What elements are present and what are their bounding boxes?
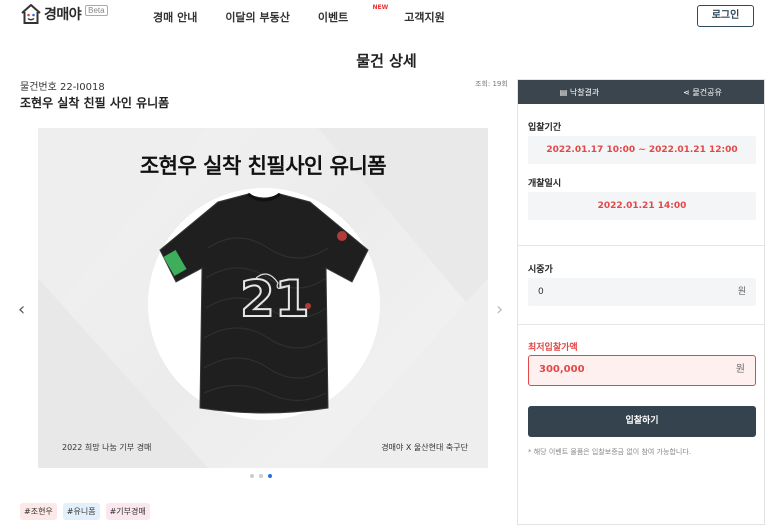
logo[interactable]: 경매야 Beta bbox=[20, 3, 108, 25]
share-icon: ⋖ bbox=[683, 87, 690, 97]
currency-unit: 원 bbox=[735, 364, 745, 375]
tag-item[interactable]: #유니폼 bbox=[62, 503, 100, 520]
new-badge: NEW bbox=[372, 4, 389, 11]
currency-unit: 원 bbox=[737, 287, 746, 297]
brand-name: 경매야 bbox=[44, 7, 82, 23]
open-time-label: 개찰일시 bbox=[528, 179, 562, 189]
bid-sidebar: ▤ 낙찰결과 ⋖ 물건공유 입찰기간 2022.01.17 10:00 ~ 20… bbox=[517, 79, 765, 525]
document-icon: ▤ bbox=[559, 87, 568, 97]
min-bid-input[interactable]: 300,000 원 bbox=[528, 355, 756, 386]
jersey-image: 21 bbox=[159, 192, 369, 414]
market-price-field: 0 원 bbox=[528, 278, 756, 306]
menu-item-support[interactable]: 고객지원 bbox=[404, 9, 444, 25]
menu-item-event[interactable]: 이벤트 NEW bbox=[317, 4, 388, 25]
banner-footer-left: 2022 희망 나눔 기부 경매 bbox=[62, 443, 152, 452]
tag-list: #조현우 #유니폼 #기부경매 bbox=[20, 503, 156, 520]
min-bid-label: 최저입찰가액 bbox=[528, 343, 578, 353]
market-price-label: 시중가 bbox=[528, 265, 553, 275]
menu-item-monthly-realestate[interactable]: 이달의 부동산 bbox=[225, 9, 290, 25]
view-count: 조회: 19회 bbox=[475, 80, 508, 88]
share-item-label: 물건공유 bbox=[692, 87, 722, 97]
min-bid-value: 300,000 bbox=[539, 364, 585, 375]
beta-badge: Beta bbox=[85, 4, 108, 16]
item-image-carousel-slide[interactable]: 조현우 실착 친필사인 유니폼 21 2022 희망 나눔 기부 경매 경매야 … bbox=[38, 128, 488, 468]
menu-item-auction-guide[interactable]: 경매 안내 bbox=[153, 9, 197, 25]
divider bbox=[518, 245, 764, 246]
auction-result-tab[interactable]: ▤ 낙찰결과 bbox=[518, 87, 641, 98]
login-button[interactable]: 로그인 bbox=[697, 5, 754, 27]
item-title: 조현우 실착 친필 사인 유니폼 bbox=[20, 96, 170, 110]
carousel-dot[interactable] bbox=[259, 474, 263, 478]
top-navbar: 경매야 Beta 경매 안내 이달의 부동산 이벤트 NEW 고객지원 로그인 bbox=[0, 0, 773, 34]
market-price-value: 0 bbox=[538, 287, 544, 297]
carousel-dots bbox=[250, 474, 277, 478]
house-logo-icon bbox=[21, 4, 41, 24]
tag-item[interactable]: #조현우 bbox=[20, 503, 57, 520]
place-bid-button[interactable]: 입찰하기 bbox=[528, 406, 756, 437]
bid-note: * 해당 이벤트 물품은 입찰보증금 없이 참여 가능합니다. bbox=[528, 448, 691, 456]
main-menu: 경매 안내 이달의 부동산 이벤트 NEW 고객지원 bbox=[153, 4, 473, 25]
bid-period-label: 입찰기간 bbox=[528, 123, 562, 133]
menu-item-event-label: 이벤트 bbox=[317, 11, 349, 24]
carousel-prev-button[interactable]: ‹ bbox=[18, 301, 25, 319]
item-number: 물건번호 22-I0018 bbox=[20, 82, 105, 93]
carousel-dot[interactable] bbox=[250, 474, 254, 478]
open-time-value: 2022.01.21 14:00 bbox=[528, 192, 756, 220]
auction-result-label: 낙찰결과 bbox=[569, 87, 600, 97]
share-item-tab[interactable]: ⋖ 물건공유 bbox=[641, 87, 764, 98]
bid-period-value: 2022.01.17 10:00 ~ 2022.01.21 12:00 bbox=[528, 136, 756, 164]
banner-headline: 조현우 실착 친필사인 유니폼 bbox=[139, 154, 387, 178]
divider bbox=[518, 324, 764, 325]
carousel-dot-active[interactable] bbox=[268, 474, 272, 478]
sidebar-header: ▤ 낙찰결과 ⋖ 물건공유 bbox=[518, 80, 764, 104]
carousel-next-button[interactable]: › bbox=[496, 301, 503, 319]
tag-item[interactable]: #기부경매 bbox=[105, 503, 150, 520]
banner-footer-right: 경매야 X 울산현대 축구단 bbox=[381, 443, 468, 452]
page-title: 물건 상세 bbox=[356, 52, 417, 70]
